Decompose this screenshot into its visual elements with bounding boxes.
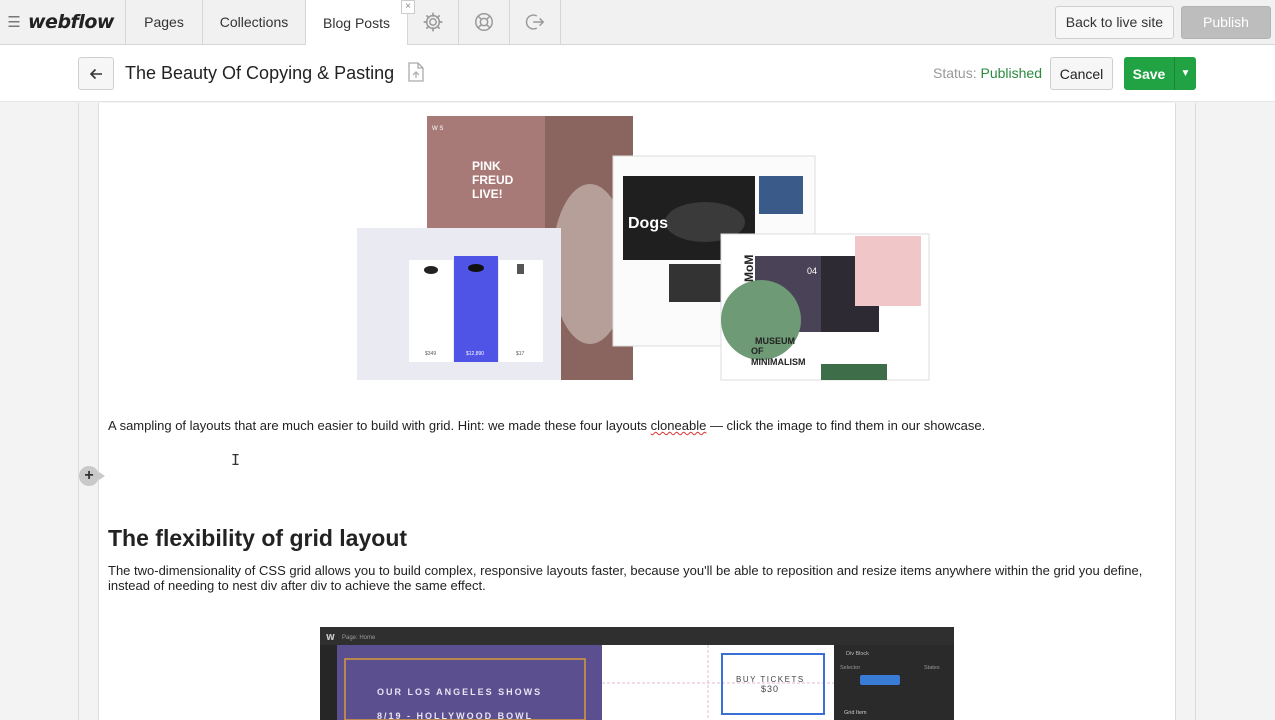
logout-button[interactable] bbox=[510, 0, 561, 44]
panel-selector: Selector bbox=[840, 665, 860, 671]
ws-mark: W S bbox=[432, 126, 443, 132]
editor-header: The Beauty Of Copying & Pasting Status: … bbox=[0, 45, 1275, 102]
panel-div-block: Div Block bbox=[846, 651, 869, 657]
image-caption[interactable]: A sampling of layouts that are much easi… bbox=[108, 418, 985, 433]
waves-photo bbox=[337, 645, 602, 720]
exit-icon bbox=[525, 14, 545, 30]
document-icon[interactable] bbox=[408, 62, 424, 82]
museum-title-1: MUSEUM bbox=[755, 336, 795, 346]
right-gutter bbox=[1176, 103, 1196, 720]
back-to-live-site-button[interactable]: Back to live site bbox=[1054, 5, 1174, 39]
lifebuoy-icon bbox=[475, 13, 493, 31]
price-1: $349 bbox=[425, 351, 436, 357]
mom-title: MoM bbox=[742, 255, 756, 282]
designer-toolbar bbox=[320, 627, 954, 645]
tab-collections[interactable]: Collections bbox=[203, 0, 306, 44]
plant-photo bbox=[821, 364, 887, 380]
cancel-button[interactable]: Cancel bbox=[1050, 57, 1113, 90]
save-options-chevron-down-icon[interactable]: ▼ bbox=[1174, 57, 1196, 90]
pricing-col-1 bbox=[409, 260, 453, 362]
settings-button[interactable] bbox=[408, 0, 459, 44]
post-title: The Beauty Of Copying & Pasting bbox=[125, 63, 395, 83]
status-value: Published bbox=[980, 65, 1042, 81]
left-gutter bbox=[78, 103, 98, 720]
caption-misspelled-word: cloneable bbox=[650, 418, 707, 433]
pink-title-3: LIVE! bbox=[472, 187, 503, 201]
designer-logo: W bbox=[326, 633, 335, 642]
caption-text-after: — click the image to find them in our sh… bbox=[706, 418, 986, 433]
caption-text-before: A sampling of layouts that are much easi… bbox=[108, 418, 651, 433]
menu-icon[interactable]: ☰ bbox=[0, 0, 28, 44]
text-cursor-icon: I bbox=[231, 451, 241, 469]
arrow-left-icon bbox=[89, 68, 102, 79]
museum-title-3: MINIMALISM bbox=[751, 357, 806, 367]
save-button-group: Save ▼ bbox=[1124, 57, 1196, 90]
save-button[interactable]: Save bbox=[1124, 57, 1174, 90]
number-04: 04 bbox=[807, 266, 817, 276]
gear-icon bbox=[423, 12, 443, 32]
scooter-icon bbox=[517, 264, 524, 274]
car-icon bbox=[468, 264, 484, 272]
pink-title-1: PINK bbox=[472, 159, 501, 173]
designer-screenshot-image[interactable]: W Page: Home OUR LOS ANGELES SHOWS 8/19 … bbox=[320, 627, 954, 720]
tab-blog-posts[interactable]: Blog Posts × bbox=[306, 0, 415, 46]
price-2: $12,890 bbox=[466, 351, 484, 357]
panel-grid-item: Grid Item bbox=[844, 710, 867, 716]
dog-thumb bbox=[669, 264, 721, 302]
tab-blog-posts-label: Blog Posts bbox=[323, 15, 390, 31]
dogs-title: Dogs bbox=[628, 215, 668, 232]
pricing-col-3 bbox=[499, 260, 543, 362]
close-tab-icon[interactable]: × bbox=[401, 0, 415, 14]
price-3: $17 bbox=[516, 351, 525, 357]
shows-line: 8/19 - HOLLYWOOD BOWL bbox=[377, 711, 533, 720]
tickets-price: $30 bbox=[761, 684, 779, 694]
top-navigation: ☰ webflow Pages Collections Blog Posts ×… bbox=[0, 0, 1275, 46]
status-label: Status: bbox=[933, 65, 977, 81]
flower-photo bbox=[855, 236, 921, 306]
back-button[interactable] bbox=[78, 57, 114, 90]
designer-page-label: Page: Home bbox=[342, 635, 376, 641]
publish-status: Status: Published bbox=[933, 65, 1042, 81]
layouts-collage-image[interactable]: PINK FREUD LIVE! W S $349 $12,890 $17 Do… bbox=[355, 114, 933, 382]
panel-states: States bbox=[924, 665, 940, 671]
flag-dog-photo bbox=[759, 176, 803, 214]
help-button[interactable] bbox=[459, 0, 510, 44]
webflow-logo[interactable]: webflow bbox=[28, 0, 126, 44]
tab-pages[interactable]: Pages bbox=[126, 0, 203, 44]
selector-chip bbox=[860, 675, 900, 685]
museum-title-2: OF bbox=[751, 346, 764, 356]
section-paragraph[interactable]: The two-dimensionality of CSS grid allow… bbox=[108, 563, 1170, 593]
publish-button[interactable]: Publish bbox=[1181, 5, 1271, 39]
pink-title-2: FREUD bbox=[472, 173, 514, 187]
designer-left-bar bbox=[320, 645, 337, 720]
top-actions: Back to live site Publish bbox=[1054, 0, 1275, 44]
car-icon bbox=[424, 266, 438, 274]
add-block-button[interactable]: + bbox=[79, 466, 105, 486]
tickets-label: BUY TICKETS bbox=[736, 675, 805, 684]
section-heading[interactable]: The flexibility of grid layout bbox=[108, 525, 407, 552]
shows-title: OUR LOS ANGELES SHOWS bbox=[377, 687, 542, 697]
